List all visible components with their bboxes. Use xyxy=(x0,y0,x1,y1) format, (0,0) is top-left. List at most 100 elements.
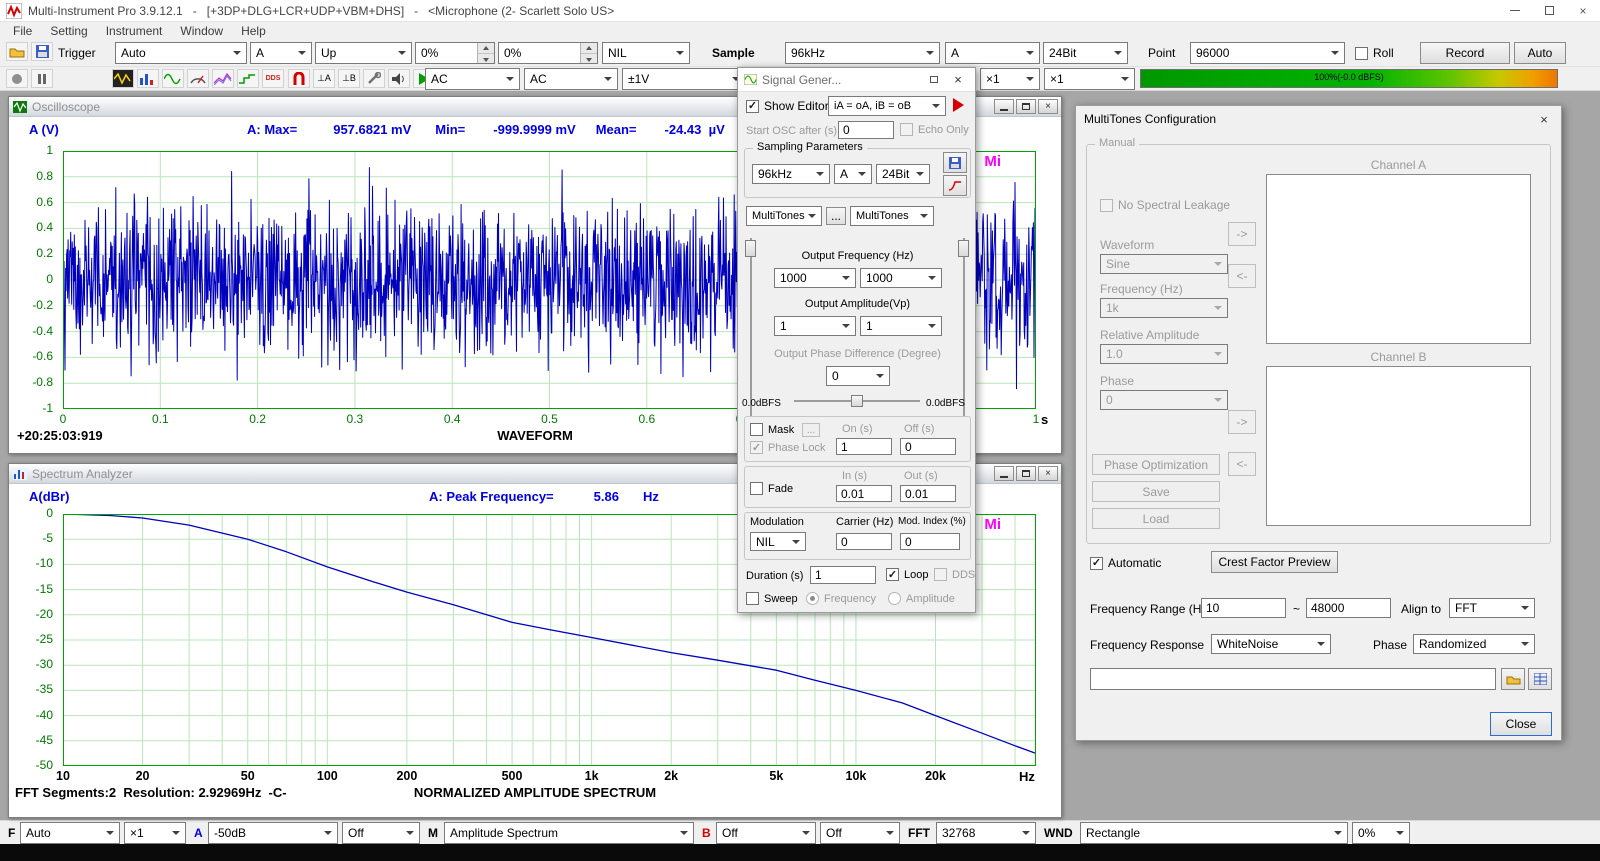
frequency-a-combo[interactable]: 1000 xyxy=(774,268,856,288)
dds-icon[interactable]: DDS xyxy=(262,69,284,88)
roll-checkbox[interactable]: Roll xyxy=(1355,46,1394,60)
spectrum-close-button[interactable]: × xyxy=(1038,466,1058,481)
gen-filter-icon[interactable] xyxy=(943,175,967,196)
calibrate-b-icon[interactable]: ⊥B xyxy=(338,69,360,88)
modulation-dropdown[interactable]: NIL xyxy=(750,532,806,551)
multitones-close-button[interactable]: × xyxy=(1531,109,1557,129)
waveform-editor-button[interactable]: ... xyxy=(826,207,846,225)
amplitude-a-combo[interactable]: 1 xyxy=(774,316,856,336)
display-mode-dropdown[interactable]: Amplitude Spectrum xyxy=(444,822,694,844)
multimeter-icon[interactable] xyxy=(187,69,209,88)
multitones-titlebar[interactable]: MultiTones Configuration × xyxy=(1076,106,1561,132)
automatic-checkbox[interactable]: Automatic xyxy=(1090,556,1161,570)
menu-window[interactable]: Window xyxy=(171,22,232,40)
oscilloscope-minimize-button[interactable] xyxy=(994,99,1014,114)
frequency-b-combo[interactable]: 1000 xyxy=(860,268,942,288)
overlap-dropdown[interactable]: 0% xyxy=(1352,822,1410,844)
mt-close-button[interactable]: Close xyxy=(1490,712,1552,736)
app-titlebar[interactable]: Multi-Instrument Pro 3.9.12.1 - [+3DP+DL… xyxy=(0,0,1600,22)
amplitude-a-slider[interactable] xyxy=(744,238,758,416)
sampling-rate-dropdown[interactable]: 96kHz xyxy=(785,42,940,64)
crest-factor-preview-button[interactable]: Crest Factor Preview xyxy=(1211,551,1338,573)
oscilloscope-close-button[interactable]: × xyxy=(1038,99,1058,114)
coupling-a-dropdown[interactable]: AC xyxy=(425,68,520,90)
channel-a-listbox[interactable] xyxy=(1266,174,1531,344)
frequency-min-input[interactable]: 10 xyxy=(1201,598,1286,618)
trigger-level-spinner[interactable]: 0% xyxy=(415,42,495,64)
browse-folder-icon[interactable] xyxy=(1501,668,1525,690)
settings-tools-icon[interactable] xyxy=(363,69,385,88)
file-path-input[interactable] xyxy=(1090,668,1496,690)
save-file-icon[interactable] xyxy=(31,42,53,61)
sweep-checkbox[interactable]: Sweep xyxy=(746,592,798,605)
frequency-max-input[interactable]: 48000 xyxy=(1306,598,1391,618)
freq-multiplier-dropdown[interactable]: ×1 xyxy=(124,822,186,844)
waveform-b-dropdown[interactable]: MultiTones xyxy=(850,206,934,226)
coupling-b-dropdown[interactable]: AC xyxy=(524,68,618,90)
magnet-icon[interactable] xyxy=(288,69,310,88)
loop-checkbox[interactable]: Loop xyxy=(886,568,928,581)
fft-size-dropdown[interactable]: 32768 xyxy=(936,822,1036,844)
b-option1-dropdown[interactable]: Off xyxy=(716,822,816,844)
trigger-position-spinner[interactable]: 0% xyxy=(498,42,598,64)
fade-checkbox[interactable]: Fade xyxy=(750,482,793,495)
freq-axis-mode-dropdown[interactable]: Auto xyxy=(20,822,120,844)
signal-generator-restore-button[interactable] xyxy=(923,70,945,90)
fade-in-input[interactable]: 0.01 xyxy=(836,485,892,502)
gen-channel-dropdown[interactable]: A xyxy=(834,164,872,184)
oscilloscope-restore-button[interactable] xyxy=(1016,99,1036,114)
start-osc-input[interactable]: 0 xyxy=(838,121,894,139)
frequency-response-dropdown[interactable]: WhiteNoise xyxy=(1211,634,1331,654)
calibrate-a-icon[interactable]: ⊥A xyxy=(313,69,335,88)
generator-run-icon[interactable] xyxy=(953,98,964,112)
probe-b-dropdown[interactable]: ×1 xyxy=(1044,68,1135,90)
probe-a-dropdown[interactable]: ×1 xyxy=(980,68,1040,90)
record-indicator-icon[interactable] xyxy=(6,69,28,88)
record-length-dropdown[interactable]: 96000 xyxy=(1190,42,1345,64)
phase-difference-combo[interactable]: 0 xyxy=(826,366,890,386)
channel-b-listbox[interactable] xyxy=(1266,366,1531,526)
trigger-source-dropdown[interactable]: A xyxy=(250,42,312,64)
window-function-dropdown[interactable]: Rectangle xyxy=(1080,822,1348,844)
a-option-dropdown[interactable]: Off xyxy=(342,822,420,844)
b-option2-dropdown[interactable]: Off xyxy=(820,822,900,844)
spectrum-restore-button[interactable] xyxy=(1016,466,1036,481)
amplitude-b-slider[interactable] xyxy=(957,238,971,416)
phase-mode-dropdown[interactable]: Randomized xyxy=(1413,634,1535,654)
show-editor-checkbox[interactable]: Show Editor xyxy=(746,99,829,113)
input-range-dropdown[interactable]: ±1V xyxy=(622,68,746,90)
waveform-a-dropdown[interactable]: MultiTones xyxy=(746,206,822,226)
carrier-input[interactable]: 0 xyxy=(836,533,892,550)
data-logger-icon[interactable] xyxy=(237,69,259,88)
spectrum-3d-plot-icon[interactable] xyxy=(212,69,234,88)
mask-on-input[interactable]: 1 xyxy=(836,438,892,455)
balance-slider[interactable] xyxy=(794,394,920,408)
mod-index-input[interactable]: 0 xyxy=(900,533,960,550)
auto-button[interactable]: Auto xyxy=(1514,42,1566,64)
pause-icon[interactable] xyxy=(31,69,53,88)
trigger-edge-dropdown[interactable]: Up xyxy=(315,42,412,64)
menu-instrument[interactable]: Instrument xyxy=(97,22,172,40)
record-button[interactable]: Record xyxy=(1420,42,1510,64)
menu-help[interactable]: Help xyxy=(232,22,275,40)
sound-output-icon[interactable] xyxy=(388,69,410,88)
routing-dropdown[interactable]: iA = oA, iB = oB xyxy=(828,96,946,116)
align-to-dropdown[interactable]: FFT xyxy=(1449,598,1535,618)
sampling-channel-dropdown[interactable]: A xyxy=(945,42,1040,64)
oscilloscope-icon[interactable] xyxy=(112,69,134,88)
mask-off-input[interactable]: 0 xyxy=(900,438,956,455)
trigger-hpf-dropdown[interactable]: NIL xyxy=(602,42,690,64)
gen-save-icon[interactable] xyxy=(943,152,967,173)
duration-input[interactable]: 1 xyxy=(810,566,876,584)
fade-out-input[interactable]: 0.01 xyxy=(900,485,956,502)
app-maximize-button[interactable] xyxy=(1532,0,1566,22)
mask-checkbox[interactable]: Mask xyxy=(750,423,794,436)
menu-file[interactable]: File xyxy=(4,22,41,40)
open-file-icon[interactable] xyxy=(6,42,28,61)
app-minimize-button[interactable] xyxy=(1498,0,1532,22)
gen-bit-depth-dropdown[interactable]: 24Bit xyxy=(876,164,930,184)
signal-generator-titlebar[interactable]: Signal Gener... × xyxy=(738,68,975,92)
menu-setting[interactable]: Setting xyxy=(41,22,96,40)
gen-sampling-rate-dropdown[interactable]: 96kHz xyxy=(752,164,830,184)
spectrum-analyzer-icon[interactable] xyxy=(137,69,159,88)
